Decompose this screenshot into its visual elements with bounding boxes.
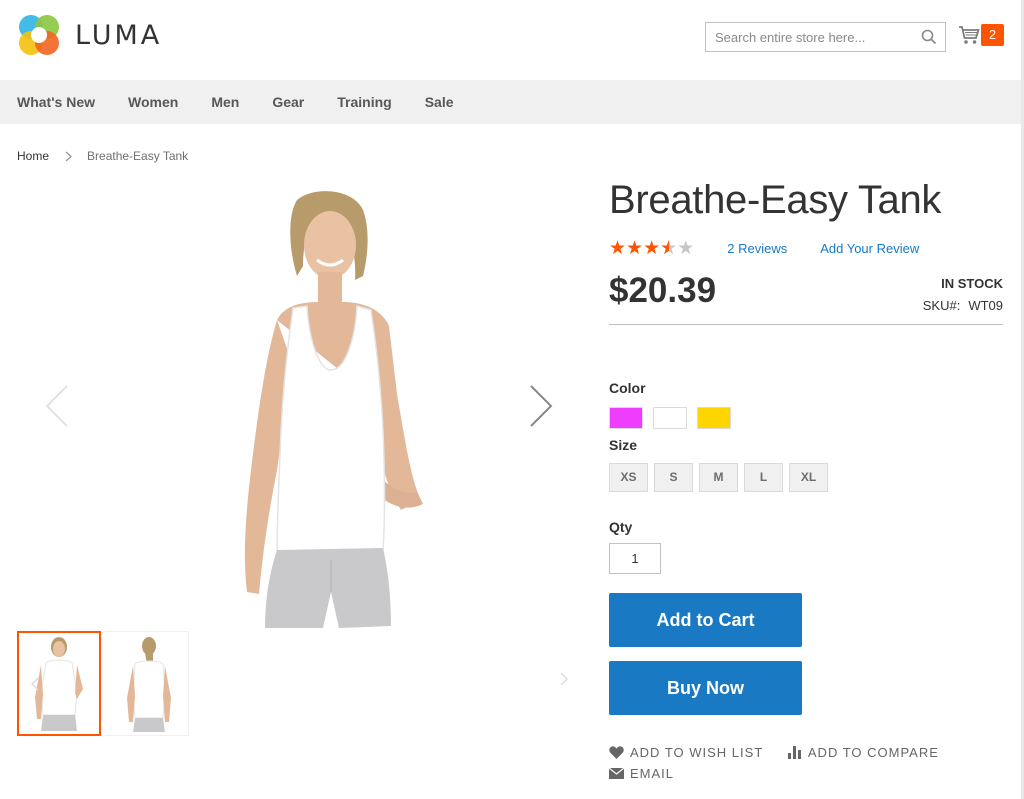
- size-label: Size: [609, 437, 638, 453]
- star-icon: ★: [609, 238, 627, 259]
- rating-summary: ★ ★ ★ ★★ ★ 2 Reviews Add Your Review: [609, 239, 1003, 258]
- color-swatch-white[interactable]: [653, 407, 687, 429]
- sku-value: WT09: [968, 298, 1003, 313]
- size-option-xl[interactable]: XL: [789, 463, 828, 492]
- star-icon: ★: [626, 238, 644, 259]
- cart-icon[interactable]: [958, 25, 980, 45]
- nav-item-men[interactable]: Men: [211, 80, 239, 124]
- size-option-m[interactable]: M: [699, 463, 738, 492]
- compare-label[interactable]: ADD TO COMPARE: [808, 745, 939, 760]
- color-swatches: [609, 407, 741, 429]
- product-main-image[interactable]: [185, 180, 433, 630]
- wishlist-label[interactable]: ADD TO WISH LIST: [630, 745, 763, 760]
- star-icon: ★: [677, 238, 695, 259]
- thumbnail-front[interactable]: [17, 631, 101, 736]
- product-price: $20.39: [609, 271, 717, 310]
- size-option-l[interactable]: L: [744, 463, 783, 492]
- size-options: XS S M L XL: [609, 463, 834, 492]
- star-icon: ★: [643, 238, 661, 259]
- add-review-link[interactable]: Add Your Review: [820, 241, 919, 256]
- qty-input[interactable]: 1: [609, 543, 661, 574]
- buy-now-button[interactable]: Buy Now: [609, 661, 802, 715]
- heart-icon: [609, 746, 624, 759]
- page-header: LUMA 2: [0, 0, 1021, 80]
- cart-count-badge[interactable]: 2: [981, 24, 1004, 46]
- logo[interactable]: LUMA: [17, 13, 162, 57]
- nav-item-sale[interactable]: Sale: [425, 80, 454, 124]
- nav-item-training[interactable]: Training: [337, 80, 391, 124]
- qty-label: Qty: [609, 519, 633, 535]
- add-to-cart-button[interactable]: Add to Cart: [609, 593, 802, 647]
- add-to-compare-link[interactable]: ADD TO COMPARE: [787, 745, 939, 760]
- product-info: Breathe-Easy Tank ★ ★ ★ ★★ ★ 2 Reviews A…: [609, 178, 1003, 781]
- luma-logo-icon: [19, 15, 59, 55]
- thumbnail-back[interactable]: [105, 631, 189, 736]
- search-input[interactable]: [706, 23, 906, 51]
- thumbnail-image: [127, 637, 171, 732]
- brand-name: LUMA: [75, 19, 163, 51]
- reviews-link[interactable]: 2 Reviews: [727, 241, 787, 256]
- color-label: Color: [609, 380, 646, 396]
- nav-item-women[interactable]: Women: [128, 80, 178, 124]
- breadcrumb-current: Breathe-Easy Tank: [87, 149, 189, 163]
- main-nav: What's New Women Men Gear Training Sale: [0, 80, 1021, 124]
- star-half-icon: ★★: [660, 238, 678, 259]
- minicart[interactable]: 2: [958, 24, 1004, 46]
- chevron-right-icon[interactable]: [560, 672, 568, 686]
- color-swatch-pink[interactable]: [609, 407, 643, 429]
- stock-status: IN STOCK: [941, 276, 1003, 291]
- email-label[interactable]: EMAIL: [630, 766, 674, 781]
- rating-stars: ★ ★ ★ ★★ ★: [609, 239, 694, 258]
- size-option-xs[interactable]: XS: [609, 463, 648, 492]
- search-icon[interactable]: [921, 29, 937, 45]
- divider: [609, 324, 1003, 325]
- envelope-icon: [609, 768, 624, 779]
- add-to-wishlist-link[interactable]: ADD TO WISH LIST: [609, 745, 763, 760]
- nav-item-gear[interactable]: Gear: [272, 80, 304, 124]
- breadcrumb-home-link[interactable]: Home: [17, 149, 49, 163]
- nav-item-whats-new[interactable]: What's New: [17, 80, 95, 124]
- chevron-right-icon: [65, 151, 72, 161]
- chevron-left-icon[interactable]: [31, 677, 39, 691]
- color-swatch-yellow[interactable]: [697, 407, 731, 429]
- product-sku: SKU#: WT09: [923, 298, 1003, 313]
- search-box: [705, 22, 946, 52]
- chevron-right-icon[interactable]: [529, 384, 553, 428]
- bar-chart-icon: [787, 746, 801, 759]
- sku-label: SKU#:: [922, 298, 961, 313]
- product-gallery: [17, 180, 587, 740]
- breadcrumb: Home Breathe-Easy Tank: [17, 149, 188, 163]
- page-title: Breathe-Easy Tank: [609, 178, 942, 222]
- chevron-left-icon[interactable]: [45, 384, 69, 428]
- email-link[interactable]: EMAIL: [609, 766, 939, 781]
- size-option-s[interactable]: S: [654, 463, 693, 492]
- product-actions: ADD TO WISH LIST ADD TO COMPARE EMAIL: [609, 745, 939, 781]
